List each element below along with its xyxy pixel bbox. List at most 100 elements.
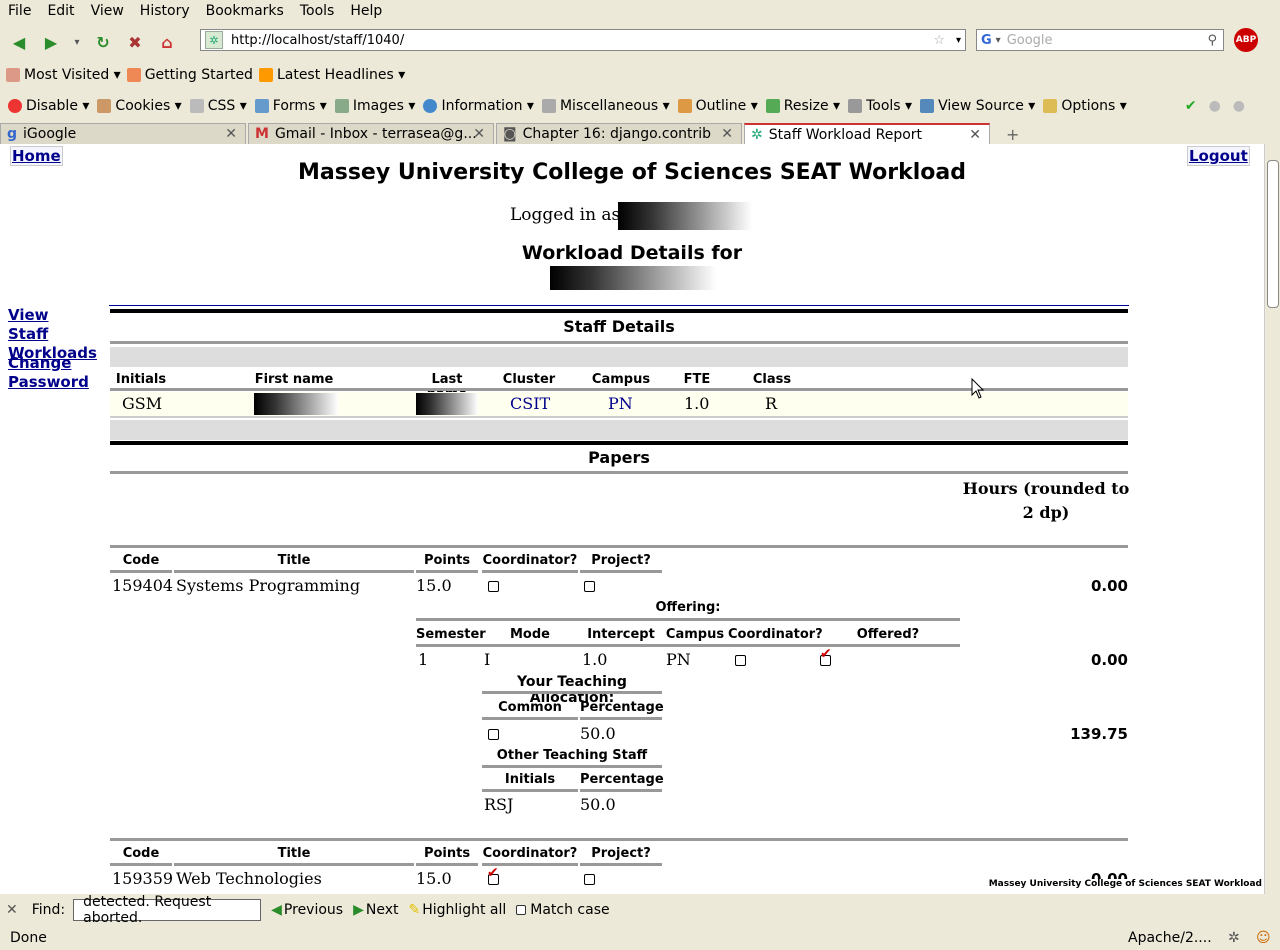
forward-icon[interactable]: ▶ [38,29,64,55]
url-dropdown-icon[interactable]: ▾ [956,35,961,46]
url-text: http://localhost/staff/1040/ [231,32,405,48]
stop-icon[interactable]: ✖ [122,29,148,55]
new-tab-icon[interactable]: + [1006,125,1019,144]
find-previous-button[interactable]: Previous [284,902,343,918]
dev-css[interactable]: CSS ▾ [189,98,247,114]
project-checkbox[interactable] [584,874,595,885]
dev-images[interactable]: Images ▾ [334,98,415,114]
next-icon: ▶ [353,902,364,918]
header-other-initials: Initials [504,772,556,787]
other-staff-initials: RSJ [484,795,514,814]
cookies-icon [97,99,112,113]
scrollbar-thumb[interactable] [1267,160,1279,308]
firefox-icon [126,68,141,82]
close-icon[interactable]: ✕ [6,902,18,918]
home-icon[interactable]: ⌂ [154,29,180,55]
adblock-icon[interactable]: ABP [1234,28,1258,52]
coordinator-checkbox[interactable] [488,581,499,592]
staff-campus-link[interactable]: PN [608,394,633,413]
menu-bookmarks[interactable]: Bookmarks [198,3,292,19]
match-case-checkbox[interactable] [516,905,527,915]
divider [110,416,1128,418]
header-coordinator: Coordinator? [728,627,823,642]
bookmark-most-visited[interactable]: Most Visited ▾ [6,67,121,83]
header-project: Project? [591,553,651,568]
header-semester: Semester [416,627,486,642]
reload-icon[interactable]: ↻ [90,29,116,55]
find-next-button[interactable]: Next [366,902,399,918]
tab-django[interactable]: ◙ Chapter 16: django.contrib ✕ [496,123,742,144]
close-icon[interactable]: ✕ [225,126,237,142]
dev-outline[interactable]: Outline ▾ [677,98,758,114]
paper-points: 15.0 [416,576,452,595]
rss-icon [258,68,273,82]
menu-tools[interactable]: Tools [292,3,343,19]
header-title: Title [277,846,311,861]
history-dropdown-icon[interactable]: ▾ [70,29,84,55]
tab-gmail[interactable]: M Gmail - Inbox - terrasea@g... ✕ [248,123,494,144]
divider [416,863,478,866]
checkmark-icon: ✔ [487,865,499,881]
dev-options[interactable]: Options ▾ [1043,98,1127,114]
close-icon[interactable]: ✕ [969,127,981,143]
bookmark-getting-started[interactable]: Getting Started [126,67,253,83]
menu-history[interactable]: History [132,3,198,19]
dev-miscellaneous[interactable]: Miscellaneous ▾ [541,98,670,114]
tab-igoogle[interactable]: g iGoogle ✕ [0,123,246,144]
offering-semester: 1 [418,650,429,669]
google-icon[interactable]: G [981,33,992,48]
divider [109,305,1129,306]
status-bar: Done Apache/2.... ✲ ☺ [0,926,1280,950]
bookmark-latest-headlines[interactable]: Latest Headlines ▾ [258,67,405,83]
common-checkbox[interactable] [488,729,499,740]
menu-view[interactable]: View [83,3,132,19]
dev-resize[interactable]: Resize ▾ [765,98,840,114]
spacer-row [110,347,1128,367]
dev-disable[interactable]: Disable ▾ [8,98,89,114]
offering-coordinator-checkbox[interactable] [735,655,746,666]
staff-cluster-link[interactable]: CSIT [510,394,550,413]
smiley-icon[interactable]: ☺ [1256,930,1271,946]
search-box[interactable]: G ▾ Google ⚲ [976,29,1224,51]
header-code: Code [122,846,160,861]
dev-view-source[interactable]: View Source ▾ [920,98,1035,114]
tab-staff-workload[interactable]: ✲ Staff Workload Report ✕ [744,123,990,144]
logged-in-label: Logged in as [510,205,621,225]
paper-hours: 0.00 [1090,577,1128,595]
paper-points: 15.0 [416,869,452,888]
divider [174,863,414,866]
menu-help[interactable]: Help [342,3,390,19]
firebug-icon[interactable]: ✲ [1228,930,1240,946]
header-campus: Campus [665,627,725,642]
status-dot-icon: ● [1208,98,1221,114]
url-bar[interactable]: ✲ http://localhost/staff/1040/ ☆ ▾ [200,29,966,51]
highlight-all-button[interactable]: Highlight all [422,902,506,918]
information-icon [423,99,438,113]
match-case-label[interactable]: Match case [530,902,609,918]
menu-file[interactable]: File [0,3,39,19]
close-icon[interactable]: ✕ [473,126,485,142]
search-icon[interactable]: ⚲ [1207,33,1217,48]
bookmark-star-icon[interactable]: ☆ [933,33,945,48]
images-icon [334,99,349,113]
divider [482,717,578,720]
close-icon[interactable]: ✕ [721,126,733,142]
server-status: Apache/2.... [1128,930,1212,946]
dev-information[interactable]: Information ▾ [423,98,534,114]
bookmarks-toolbar: Most Visited ▾ Getting Started Latest He… [0,64,1280,86]
back-icon[interactable]: ◀ [6,29,32,55]
menu-edit[interactable]: Edit [39,3,82,19]
details-heading: Workload Details for [521,242,743,264]
dev-cookies[interactable]: Cookies ▾ [97,98,182,114]
status-text: Done [10,930,47,946]
dev-forms[interactable]: Forms ▾ [254,98,327,114]
search-engine-dropdown-icon[interactable]: ▾ [996,35,1001,46]
header-cluster: Cluster [502,372,556,387]
dev-tools[interactable]: Tools ▾ [848,98,912,114]
change-password-link[interactable]: Change Password [8,354,89,392]
find-input[interactable]: detected. Request aborted. [73,894,262,926]
outline-icon [677,99,692,113]
search-input[interactable]: Google [1007,33,1053,48]
project-checkbox[interactable] [584,581,595,592]
vertical-scrollbar[interactable] [1264,144,1280,894]
